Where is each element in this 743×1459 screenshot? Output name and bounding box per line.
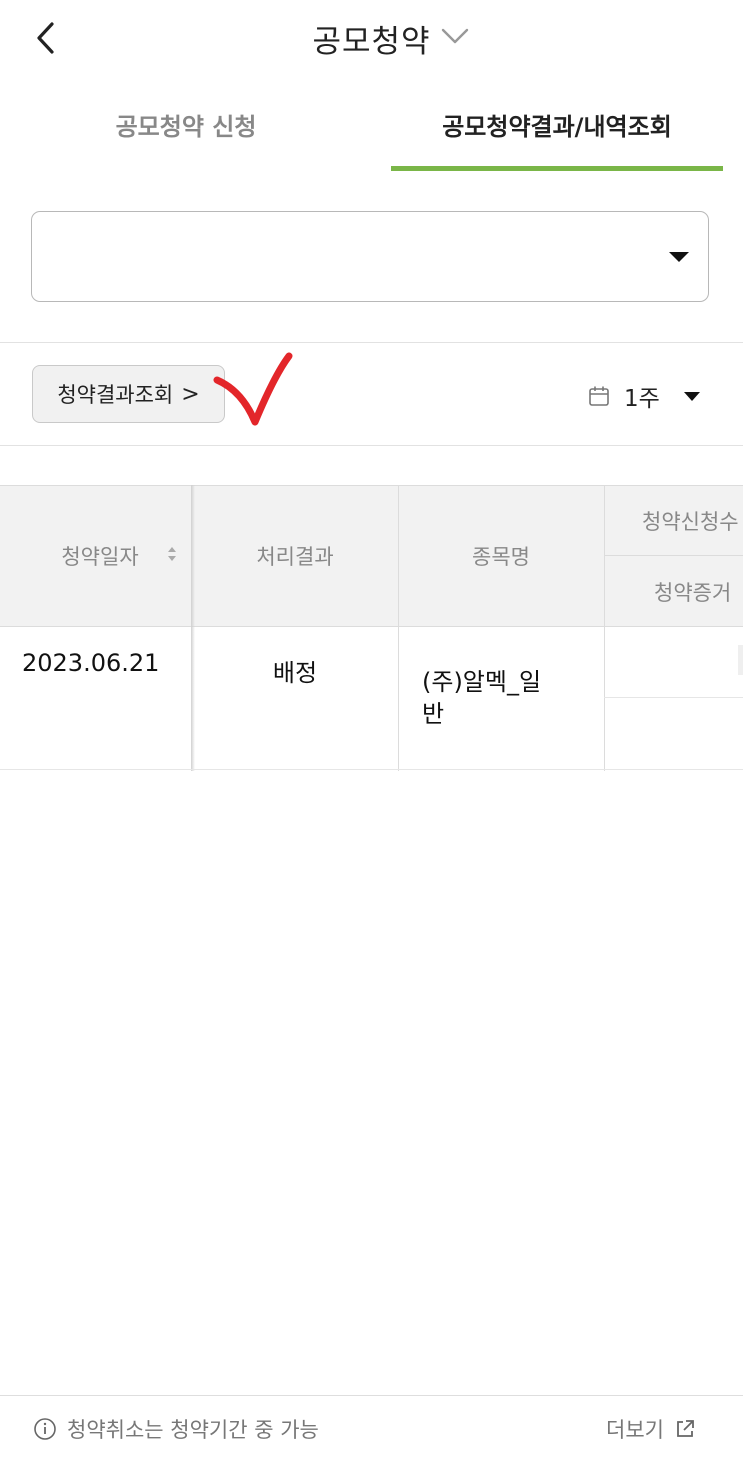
caret-down-icon xyxy=(669,252,689,262)
period-selector[interactable]: 1주 xyxy=(588,378,700,414)
period-label: 1주 xyxy=(624,386,660,412)
top-bar: 공모청약 xyxy=(0,0,743,80)
footer-notice: 청약취소는 청약기간 중 가능 xyxy=(33,1414,319,1444)
frozen-column-edge xyxy=(191,485,195,771)
header-apply-qty: 청약신청수 xyxy=(642,510,739,534)
active-tab-indicator xyxy=(391,166,723,171)
account-select[interactable] xyxy=(31,211,709,302)
footer-divider xyxy=(0,1395,743,1396)
row-divider xyxy=(0,769,743,770)
caret-down-icon xyxy=(683,391,700,401)
header-deposit: 청약증거 xyxy=(654,581,732,605)
cell-subdivider xyxy=(604,697,743,698)
external-link-icon xyxy=(677,1420,694,1437)
row-stock-name-line1: (주)알멕_일 xyxy=(422,668,542,696)
subscription-result-label: 청약결과조회 xyxy=(57,383,174,407)
row-stock-name-line2: 반 xyxy=(422,700,445,728)
header-result: 처리결과 xyxy=(256,545,334,569)
chevron-down-icon[interactable] xyxy=(440,26,470,46)
header-stock-name: 종목명 xyxy=(472,545,530,569)
column-divider xyxy=(398,485,399,771)
header-subdivider xyxy=(604,555,743,556)
info-icon xyxy=(34,1418,56,1440)
header-date[interactable]: 청약일자 xyxy=(40,541,160,571)
tab-subscription-result[interactable]: 공모청약결과/내역조회 xyxy=(391,96,723,174)
row-stock-name[interactable]: (주)알멕_일 반 xyxy=(422,666,592,730)
calendar-icon xyxy=(589,386,609,406)
footer-notice-text: 청약취소는 청약기간 중 가능 xyxy=(67,1418,319,1442)
subscription-result-button[interactable]: 청약결과조회 > xyxy=(32,365,225,423)
more-label: 더보기 xyxy=(606,1418,664,1442)
divider xyxy=(0,342,743,343)
page-title[interactable]: 공모청약 xyxy=(312,24,430,60)
row-result: 배정 xyxy=(272,659,318,687)
tab-subscription-apply[interactable]: 공모청약 신청 xyxy=(0,96,372,174)
chevron-right-icon: > xyxy=(181,381,200,407)
sort-icon[interactable] xyxy=(166,545,178,563)
column-divider xyxy=(604,485,605,771)
row-date: 2023.06.21 xyxy=(22,649,160,677)
red-check-annotation xyxy=(213,352,293,426)
subscription-table[interactable]: 청약일자 처리결과 종목명 청약신청수 청약증거 2023.06.21 배정 (… xyxy=(0,485,743,771)
cell-edge xyxy=(738,645,743,675)
more-link[interactable]: 더보기 xyxy=(606,1414,696,1444)
tab-bar: 공모청약 신청 공모청약결과/내역조회 xyxy=(0,96,743,174)
divider xyxy=(0,445,743,446)
